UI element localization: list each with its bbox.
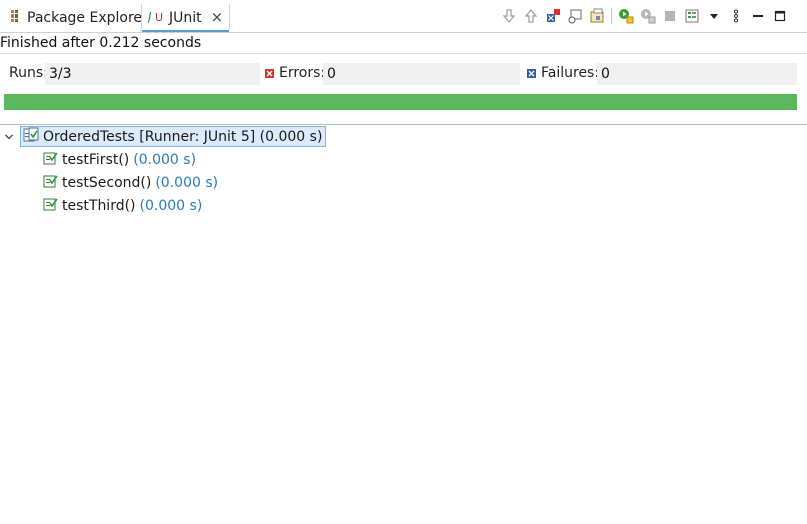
failures-filter-icon [547,9,560,22]
test-name: testThird() [62,198,136,214]
scroll-lock-icon [568,9,582,24]
maximize-button[interactable] [769,6,791,26]
svg-text:U: U [155,11,163,23]
toolbar-separator [611,8,612,24]
minimize-button[interactable] [747,6,769,26]
test-name: testFirst() [62,152,130,168]
test-passed-icon [42,196,58,216]
history-icon [590,8,604,23]
tab-label: JUnit [169,9,202,26]
stop-icon [665,11,675,21]
test-time: (0.000 s) [155,175,219,191]
divider [0,124,807,125]
maximize-icon [774,10,786,22]
status-message: Finished after 0.212 seconds [0,35,202,51]
test-name: testSecond() [62,175,152,191]
rerun-test-button[interactable] [615,6,637,26]
minimize-icon [753,15,763,17]
tree-item-test[interactable]: testFirst() (0.000 s) [42,150,196,170]
counter-panel: Runs: 3/3 Errors: 0 Failures: 0 [0,63,807,85]
tab-bar: Package Explorer J U JUnit × [0,0,807,33]
errors-label-group: Errors: [265,65,325,81]
errors-value: 0 [323,63,520,85]
show-failures-only-button[interactable] [542,6,564,26]
error-icon [265,68,274,78]
errors-label: Errors: [279,65,326,81]
arrow-up-icon [524,9,538,23]
test-time: (0.000 s) [139,198,203,214]
failure-icon [527,68,536,78]
tree-item-root[interactable]: OrderedTests [Runner: JUnit 5] (0.000 s) [20,126,327,147]
chevron-down-icon [710,14,718,19]
runs-label: Runs: [9,65,48,81]
rerun-failures-first-button[interactable] [637,6,659,26]
runs-value: 3/3 [45,63,260,85]
scroll-lock-button[interactable] [564,6,586,26]
history-dropdown-button[interactable] [703,6,725,26]
rerun-failures-icon [641,9,656,24]
stop-button[interactable] [659,6,681,26]
test-passed-icon [42,173,58,193]
test-time: (0.000 s) [133,152,197,168]
tree-item-test[interactable]: testThird() (0.000 s) [42,196,202,216]
progress-fill [4,94,797,110]
kebab-menu-icon [733,9,739,23]
junit-icon: J U [146,9,164,27]
chevron-down-icon[interactable] [4,132,14,145]
next-failure-button[interactable] [498,6,520,26]
list-history-icon [685,9,699,23]
view-menu-button[interactable] [725,6,747,26]
test-suite-icon [23,127,39,147]
test-run-history-button[interactable] [681,6,703,26]
tab-package-explorer[interactable]: Package Explorer [2,4,154,31]
rerun-icon [619,9,634,24]
test-passed-icon [42,150,58,170]
arrow-down-icon [502,9,516,23]
svg-text:J: J [148,10,152,23]
failures-value: 0 [597,63,797,85]
junit-view: Package Explorer J U JUnit × Finished af… [0,0,807,524]
close-icon[interactable]: × [211,10,224,25]
tab-junit[interactable]: J U JUnit × [141,4,231,32]
package-explorer-icon [8,9,22,27]
view-toolbar [498,6,791,26]
previous-failure-button[interactable] [520,6,542,26]
failures-label-group: Failures: [527,65,599,81]
tab-label: Package Explorer [27,9,148,26]
tree-item-label: OrderedTests [Runner: JUnit 5] (0.000 s) [43,128,323,145]
failures-label: Failures: [541,65,600,81]
tree-item-test[interactable]: testSecond() (0.000 s) [42,173,218,193]
progress-bar [4,94,797,110]
divider [0,53,807,54]
history-button[interactable] [586,6,608,26]
